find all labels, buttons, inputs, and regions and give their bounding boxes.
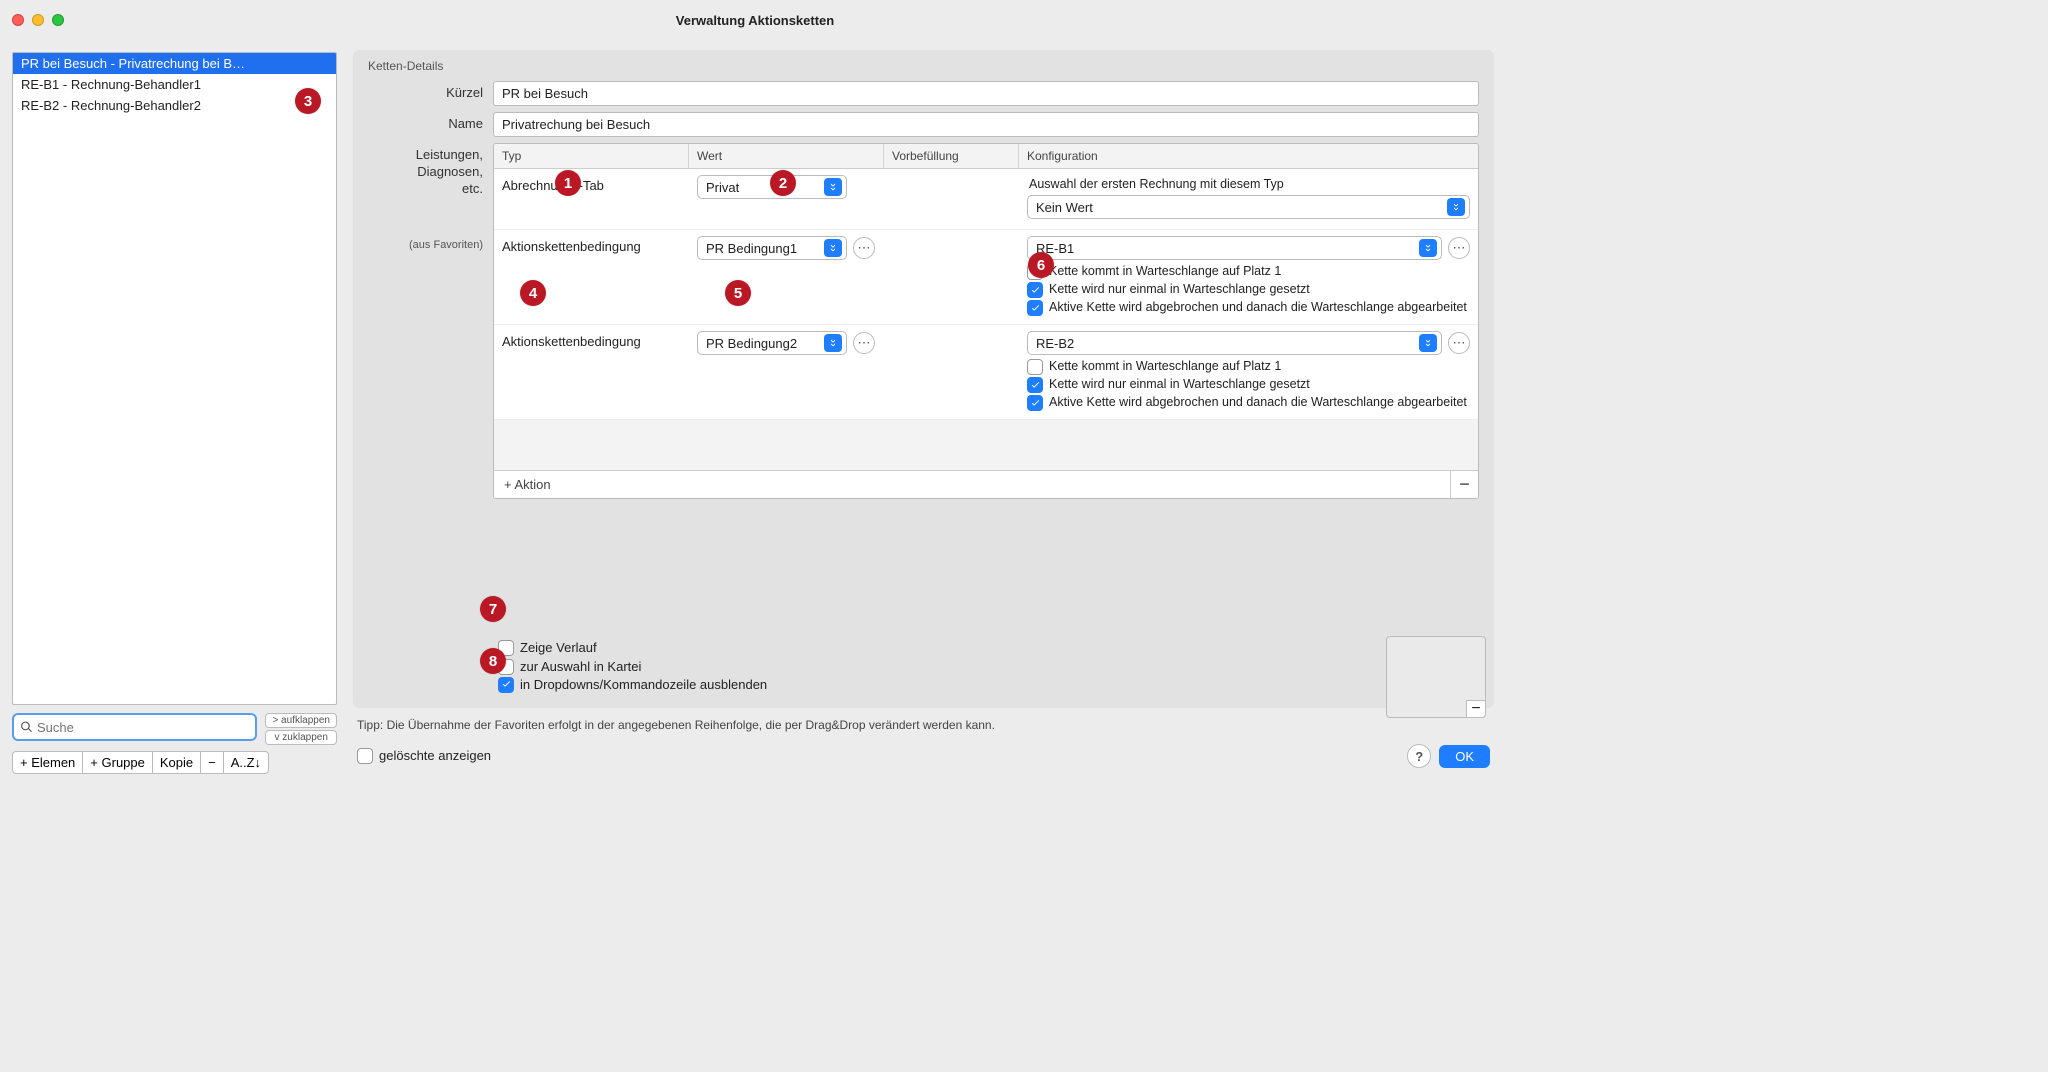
wert-more-button[interactable]: ⋯ bbox=[853, 237, 875, 259]
preview-minus-button[interactable]: − bbox=[1466, 700, 1486, 718]
config-checkbox[interactable] bbox=[1027, 377, 1043, 393]
preview-box: − bbox=[1386, 636, 1486, 718]
table-row[interactable]: Abrechnungs-TabPrivatAuswahl der ersten … bbox=[494, 169, 1478, 230]
expand-button[interactable]: > aufklappen bbox=[265, 713, 337, 728]
copy-button[interactable]: Kopie bbox=[152, 751, 200, 774]
titlebar: Verwaltung Aktionsketten bbox=[0, 0, 1510, 40]
config-checkbox[interactable] bbox=[1027, 395, 1043, 411]
table-row[interactable]: Aktionskettenbedingung PR Bedingung1 ⋯ RE-B… bbox=[494, 230, 1478, 325]
konf-desc: Auswahl der ersten Rechnung mit diesem T… bbox=[1027, 175, 1470, 195]
col-konfiguration[interactable]: Konfiguration bbox=[1019, 144, 1478, 168]
config-check-label: Kette wird nur einmal in Warteschlange g… bbox=[1049, 282, 1310, 298]
verlauf-label: Zeige Verlauf bbox=[520, 640, 597, 656]
typ-cell: Abrechnungs-Tab bbox=[494, 175, 689, 223]
sidebar-toolbar: + Elemen + Gruppe Kopie − A..Z↓ bbox=[12, 751, 337, 774]
add-element-button[interactable]: + Elemen bbox=[12, 751, 82, 774]
search-input[interactable] bbox=[37, 720, 249, 735]
add-action-button[interactable]: + Aktion bbox=[494, 471, 1450, 498]
konf-select[interactable]: Kein Wert bbox=[1027, 195, 1470, 219]
sort-button[interactable]: A..Z↓ bbox=[223, 751, 269, 774]
typ-cell: Aktionskettenbedingung bbox=[494, 236, 689, 318]
list-item[interactable]: RE-B1 - Rechnung-Behandler1 bbox=[13, 74, 336, 95]
config-checkbox[interactable] bbox=[1027, 359, 1043, 375]
collapse-button[interactable]: v zuklappen bbox=[265, 730, 337, 745]
actions-table: Typ Wert Vorbefüllung Konfiguration Abre… bbox=[493, 143, 1479, 499]
favoriten-label: (aus Favoriten) bbox=[368, 238, 483, 252]
leistungen-label: Leistungen, Diagnosen, etc. (aus Favorit… bbox=[368, 143, 483, 252]
show-deleted-label: gelöschte anzeigen bbox=[379, 748, 491, 764]
dropdown-hide-checkbox[interactable] bbox=[498, 677, 514, 693]
annotation-badge: 2 bbox=[770, 170, 796, 196]
list-item[interactable]: RE-B2 - Rechnung-Behandler2 bbox=[13, 95, 336, 116]
config-check-label: Kette kommt in Warteschlange auf Platz 1 bbox=[1049, 264, 1281, 280]
annotation-badge: 6 bbox=[1028, 252, 1054, 278]
config-checkbox[interactable] bbox=[1027, 282, 1043, 298]
wert-select[interactable]: PR Bedingung1 bbox=[697, 236, 847, 260]
annotation-badge: 1 bbox=[555, 170, 581, 196]
remove-action-button[interactable]: − bbox=[1450, 471, 1478, 498]
typ-cell: Aktionskettenbedingung bbox=[494, 331, 689, 413]
window-title: Verwaltung Aktionsketten bbox=[0, 13, 1510, 28]
annotation-badge: 5 bbox=[725, 280, 751, 306]
sidebar: PR bei Besuch - Privatrechung bei B… RE-… bbox=[0, 40, 345, 786]
konf-select[interactable]: RE-B1 bbox=[1027, 236, 1442, 260]
details-panel: Ketten-Details Kürzel PR bei Besuch Name… bbox=[353, 50, 1494, 708]
config-check-label: Kette wird nur einmal in Warteschlange g… bbox=[1049, 377, 1310, 393]
konf-select[interactable]: RE-B2 bbox=[1027, 331, 1442, 355]
annotation-badge: 8 bbox=[480, 648, 506, 674]
kuerzel-label: Kürzel bbox=[368, 81, 483, 100]
config-check-label: Kette kommt in Warteschlange auf Platz 1 bbox=[1049, 359, 1281, 375]
list-item[interactable]: PR bei Besuch - Privatrechung bei B… bbox=[13, 53, 336, 74]
wert-select[interactable]: PR Bedingung2 bbox=[697, 331, 847, 355]
chain-list[interactable]: PR bei Besuch - Privatrechung bei B… RE-… bbox=[12, 52, 337, 705]
search-input-wrapper[interactable] bbox=[12, 713, 257, 741]
col-wert[interactable]: Wert bbox=[689, 144, 884, 168]
konf-more-button[interactable]: ⋯ bbox=[1448, 237, 1470, 259]
konf-more-button[interactable]: ⋯ bbox=[1448, 332, 1470, 354]
col-typ[interactable]: Typ bbox=[494, 144, 689, 168]
config-checkbox[interactable] bbox=[1027, 300, 1043, 316]
remove-button[interactable]: − bbox=[200, 751, 223, 774]
annotation-badge: 4 bbox=[520, 280, 546, 306]
table-row[interactable]: Aktionskettenbedingung PR Bedingung2 ⋯ RE-B… bbox=[494, 325, 1478, 420]
annotation-badge: 7 bbox=[480, 596, 506, 622]
kartei-label: zur Auswahl in Kartei bbox=[520, 659, 641, 675]
wert-more-button[interactable]: ⋯ bbox=[853, 332, 875, 354]
tip-text: Tipp: Die Übernahme der Favoriten erfolg… bbox=[353, 708, 1494, 738]
group-title: Ketten-Details bbox=[368, 59, 1479, 73]
config-check-label: Aktive Kette wird abgebrochen und danach… bbox=[1049, 300, 1467, 316]
dropdown-hide-label: in Dropdowns/Kommandozeile ausblenden bbox=[520, 677, 767, 693]
add-group-button[interactable]: + Gruppe bbox=[82, 751, 152, 774]
search-icon bbox=[20, 720, 33, 734]
col-vorbefuellung[interactable]: Vorbefüllung bbox=[884, 144, 1019, 168]
config-check-label: Aktive Kette wird abgebrochen und danach… bbox=[1049, 395, 1467, 411]
kuerzel-field[interactable]: PR bei Besuch bbox=[493, 81, 1479, 106]
name-label: Name bbox=[368, 112, 483, 131]
name-field[interactable]: Privatrechung bei Besuch bbox=[493, 112, 1479, 137]
show-deleted-checkbox[interactable] bbox=[357, 748, 373, 764]
annotation-badge: 3 bbox=[295, 88, 321, 114]
ok-button[interactable]: OK bbox=[1439, 745, 1490, 768]
help-button[interactable]: ? bbox=[1407, 744, 1431, 768]
